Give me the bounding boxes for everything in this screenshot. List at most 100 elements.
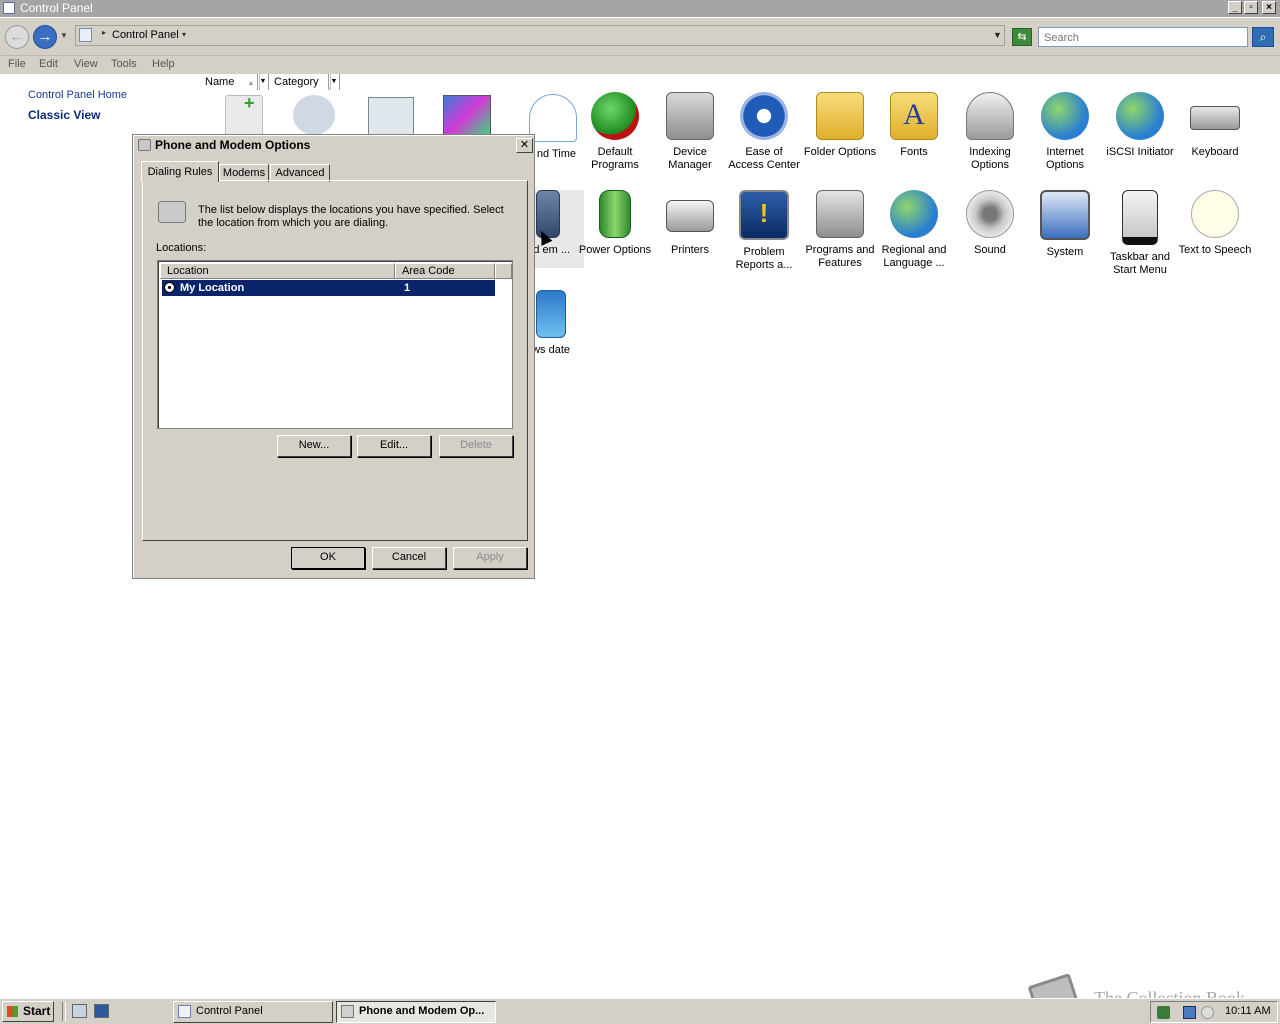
administrative-tools-icon[interactable]	[293, 95, 335, 135]
search-field[interactable]	[1038, 27, 1248, 47]
add-hardware-icon[interactable]: +	[225, 93, 263, 137]
menu-edit[interactable]: Edit	[39, 58, 58, 70]
start-label: Start	[23, 1004, 51, 1018]
show-desktop-icon[interactable]	[94, 1004, 109, 1018]
column-header-category[interactable]: Category	[270, 74, 331, 90]
nav-classic-view[interactable]: Classic View	[28, 108, 101, 122]
speaker-icon	[966, 190, 1014, 238]
dialog-close-button[interactable]: ✕	[516, 138, 533, 153]
autoplay-icon[interactable]	[368, 97, 414, 135]
restore-button[interactable]: ▫	[1244, 1, 1258, 14]
sort-ascending-icon: ▲	[247, 80, 255, 87]
telephone-icon	[158, 201, 186, 223]
programs-and-features-label: Programs and Features	[805, 244, 875, 269]
location-row-my-location[interactable]: My Location 1	[162, 280, 495, 296]
breadcrumb-control-panel[interactable]: Control Panel	[112, 29, 179, 41]
tab-dialing-rules[interactable]: Dialing Rules	[141, 161, 219, 182]
default-programs-icon	[591, 92, 639, 140]
fonts-folder-icon: A	[890, 92, 938, 140]
menu-help[interactable]: Help	[152, 58, 175, 70]
server-manager-icon[interactable]	[72, 1004, 87, 1018]
internet-options-label: Internet Options	[1046, 146, 1084, 171]
ok-button[interactable]: OK	[291, 547, 365, 569]
recent-pages-dropdown-icon[interactable]: ▼	[60, 31, 68, 40]
problem-reports-label: Problem Reports a...	[735, 246, 793, 271]
phone-icon	[138, 139, 151, 151]
chevron-right-icon[interactable]: ▸	[102, 28, 106, 37]
fonts-item[interactable]: A Fonts	[877, 92, 951, 159]
keyboard-item[interactable]: Keyboard	[1178, 92, 1252, 159]
window-title-bar: Control Panel _ ▫ ×	[0, 0, 1280, 17]
column-header-location[interactable]: Location	[160, 263, 395, 279]
regional-and-language-item[interactable]: Regional and Language ...	[877, 190, 951, 270]
ease-of-access-icon	[740, 92, 788, 140]
column-header-name[interactable]: Name ▲	[201, 74, 260, 90]
close-window-button[interactable]: ×	[1262, 1, 1276, 14]
location-name: My Location	[180, 282, 245, 294]
sound-label: Sound	[974, 244, 1006, 256]
cancel-button[interactable]: Cancel	[372, 547, 446, 569]
taskbar-and-start-menu-item[interactable]: Taskbar and Start Menu	[1103, 190, 1177, 277]
address-dropdown-icon[interactable]: ▼	[993, 30, 1002, 40]
network-icon[interactable]	[1183, 1006, 1196, 1019]
color-management-icon[interactable]	[443, 95, 491, 135]
refresh-button[interactable]: ⇆	[1012, 28, 1032, 46]
printers-item[interactable]: Printers	[653, 190, 727, 257]
indexing-options-item[interactable]: Indexing Options	[953, 92, 1027, 172]
programs-and-features-item[interactable]: Programs and Features	[803, 190, 877, 270]
dialog-title: Phone and Modem Options	[155, 138, 311, 152]
dialog-title-bar[interactable]: Phone and Modem Options ✕	[135, 137, 533, 154]
menu-view[interactable]: View	[74, 58, 98, 70]
default-location-radio[interactable]	[164, 282, 175, 293]
nav-control-panel-home[interactable]: Control Panel Home	[28, 89, 127, 101]
system-tray: 10:11 AM	[1150, 1001, 1278, 1023]
menu-tools[interactable]: Tools	[111, 58, 137, 70]
ease-of-access-item[interactable]: Ease of Access Center	[727, 92, 801, 172]
control-panel-icon	[79, 28, 92, 42]
default-programs-item[interactable]: Default Programs	[578, 92, 652, 172]
locations-list[interactable]: Location Area Code My Location 1	[157, 260, 513, 429]
default-programs-label: Default Programs	[591, 146, 639, 171]
chevron-down-icon[interactable]: ▾	[182, 30, 186, 39]
power-options-item[interactable]: Power Options	[578, 190, 652, 257]
search-button[interactable]: ⌕	[1252, 27, 1274, 47]
taskbar-phone-modem[interactable]: Phone and Modem Op...	[336, 1001, 496, 1023]
device-manager-label: Device Manager	[668, 146, 712, 171]
problem-reports-item[interactable]: ! Problem Reports a...	[727, 190, 801, 272]
internet-options-item[interactable]: Internet Options	[1028, 92, 1102, 172]
back-button[interactable]: ←	[5, 25, 29, 49]
text-to-speech-item[interactable]: Text to Speech	[1178, 190, 1252, 257]
folder-options-icon	[816, 92, 864, 140]
column-name-label: Name	[205, 76, 235, 88]
forward-button[interactable]: →	[33, 25, 57, 49]
device-manager-item[interactable]: Device Manager	[653, 92, 727, 172]
taskbar-control-panel-label: Control Panel	[196, 1005, 263, 1017]
edit-location-button[interactable]: Edit...	[357, 435, 431, 457]
taskbar-and-start-menu-label: Taskbar and Start Menu	[1110, 251, 1170, 276]
delete-location-button[interactable]: Delete	[439, 435, 513, 457]
search-input[interactable]	[1042, 29, 1236, 47]
globe-clock-icon	[890, 190, 938, 238]
plus-icon: +	[244, 93, 255, 113]
folder-options-item[interactable]: Folder Options	[803, 92, 877, 159]
minimize-button[interactable]: _	[1228, 1, 1242, 14]
name-filter-dropdown[interactable]: ▼	[257, 74, 269, 90]
iscsi-initiator-label: iSCSI Initiator	[1106, 146, 1174, 158]
security-shield-icon[interactable]	[1157, 1006, 1170, 1019]
taskbar-control-panel[interactable]: Control Panel	[173, 1001, 333, 1023]
menu-file[interactable]: File	[8, 58, 26, 70]
dialing-rules-description: The list below displays the locations yo…	[198, 204, 504, 229]
windows-update-icon	[536, 290, 566, 338]
volume-muted-icon[interactable]	[1201, 1006, 1214, 1019]
apply-button[interactable]: Apply	[453, 547, 527, 569]
category-filter-dropdown[interactable]: ▼	[328, 74, 340, 90]
iscsi-initiator-item[interactable]: iSCSI Initiator	[1103, 92, 1177, 159]
clock[interactable]: 10:11 AM	[1225, 1005, 1271, 1017]
new-location-button[interactable]: New...	[277, 435, 351, 457]
start-button[interactable]: Start	[2, 1001, 54, 1022]
programs-cd-icon	[816, 190, 864, 238]
system-item[interactable]: System	[1028, 190, 1102, 259]
column-header-area-code[interactable]: Area Code	[395, 263, 495, 279]
address-bar[interactable]: ▸ Control Panel ▾ ▼	[75, 25, 1005, 46]
sound-item[interactable]: Sound	[953, 190, 1027, 257]
